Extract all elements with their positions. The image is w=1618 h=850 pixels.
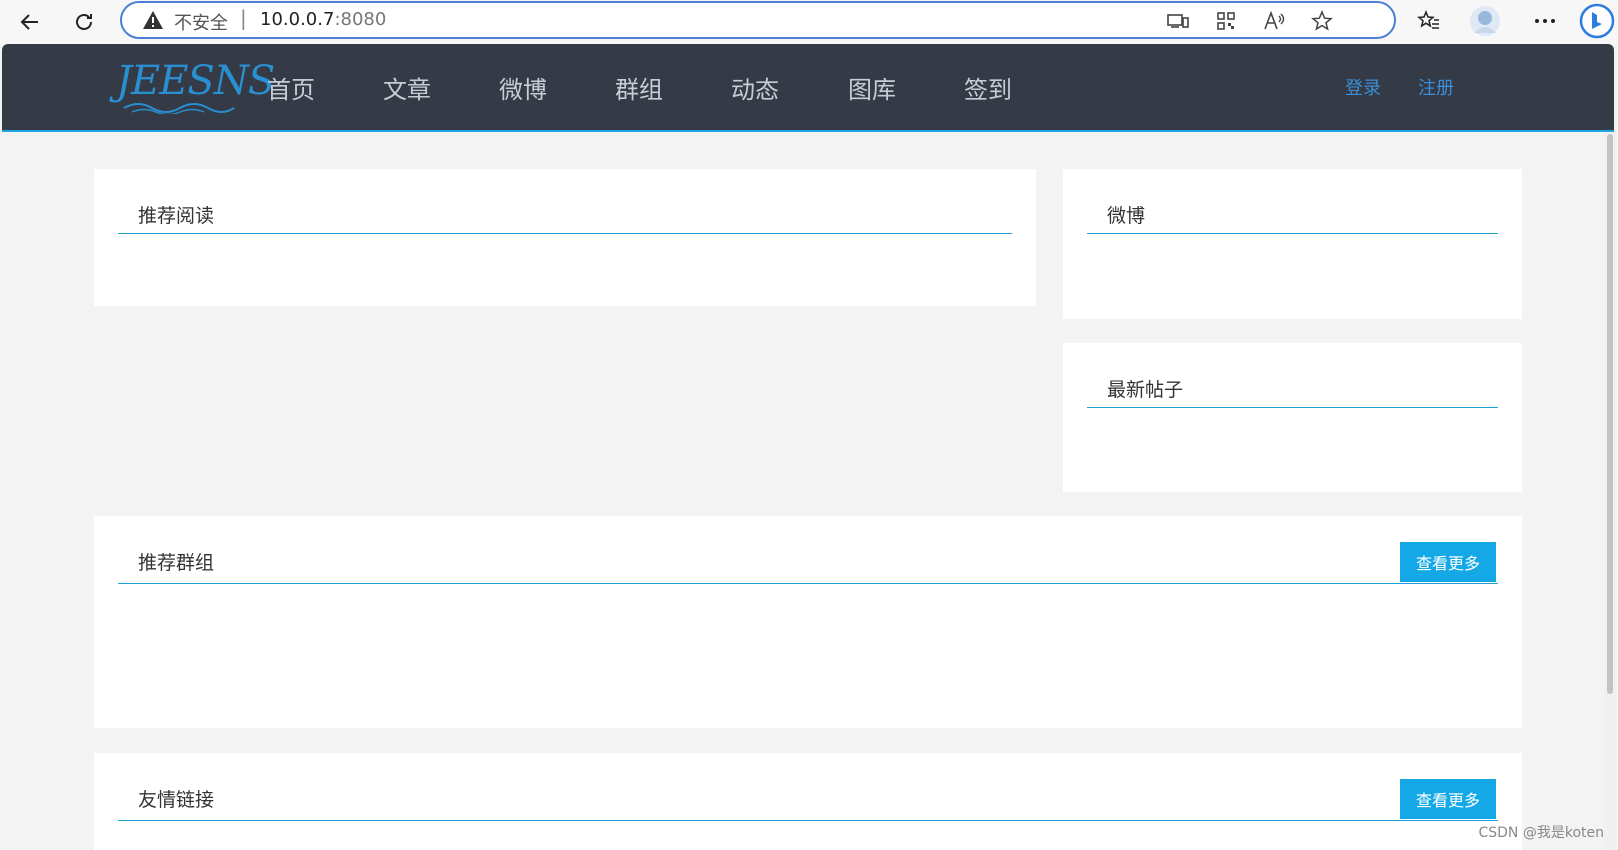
nav-articles[interactable]: 文章 [383,70,431,105]
weibo-panel: 微博 [1063,169,1522,319]
recommended-reading-panel: 推荐阅读 [94,169,1036,306]
url-text[interactable]: 10.0.0.7:8080 [260,9,386,30]
bing-chat-icon[interactable] [1578,2,1616,40]
panel-divider [1087,233,1498,234]
panel-title: 微博 [1107,205,1146,227]
nav-weibo[interactable]: 微博 [499,70,547,105]
panel-title: 推荐阅读 [138,205,215,227]
profile-avatar-icon[interactable] [1468,4,1502,38]
panel-title: 友情链接 [138,789,215,811]
panel-divider [118,233,1012,234]
warning-icon[interactable] [142,10,164,34]
url-host: 10.0.0.7 [260,9,335,30]
logo-wave-icon [123,103,235,114]
nav-checkin[interactable]: 签到 [964,70,1012,105]
scrollbar-thumb[interactable] [1607,134,1613,694]
browser-toolbar: 不安全 | 10.0.0.7:8080 [0,0,1618,44]
panel-title: 推荐群组 [138,552,215,574]
panel-divider [118,820,1498,821]
register-link[interactable]: 注册 [1418,74,1454,100]
reload-icon [76,14,92,30]
view-more-groups-button[interactable]: 查看更多 [1400,542,1496,582]
app-available-icon[interactable] [1166,9,1190,33]
nav-groups[interactable]: 群组 [615,70,663,105]
login-link[interactable]: 登录 [1345,74,1381,100]
back-button[interactable] [12,4,48,40]
nav-gallery[interactable]: 图库 [848,70,896,105]
nav-activity[interactable]: 动态 [731,70,779,105]
nav-home[interactable]: 首页 [267,70,315,105]
read-aloud-icon[interactable] [1262,9,1286,33]
page-scrollbar[interactable] [1604,132,1616,850]
address-bar[interactable]: 不安全 | 10.0.0.7:8080 [120,1,1396,39]
more-menu-icon[interactable] [1530,6,1560,36]
panel-divider [1087,407,1498,408]
panel-title: 最新帖子 [1107,379,1184,401]
view-more-links-button[interactable]: 查看更多 [1400,779,1496,819]
favorite-star-icon[interactable] [1310,9,1334,33]
latest-posts-panel: 最新帖子 [1063,343,1522,492]
logo-text: JEESNS [116,58,275,104]
address-separator: | [240,6,247,30]
security-label[interactable]: 不安全 [174,9,228,35]
qr-code-icon[interactable] [1214,9,1238,33]
favorites-list-icon[interactable] [1414,6,1444,36]
watermark: CSDN @我是koten [1478,825,1604,841]
reload-button[interactable] [66,4,102,40]
back-arrow-icon [20,14,38,30]
site-header: JEESNS 首页 文章 微博 群组 动态 图库 签到 登录 注册 [2,44,1614,132]
friend-links-panel: 友情链接 查看更多 [94,753,1522,850]
url-port: :8080 [334,9,387,30]
site-logo[interactable]: JEESNS [116,58,275,114]
panel-divider [118,583,1498,584]
recommended-groups-panel: 推荐群组 查看更多 [94,516,1522,728]
